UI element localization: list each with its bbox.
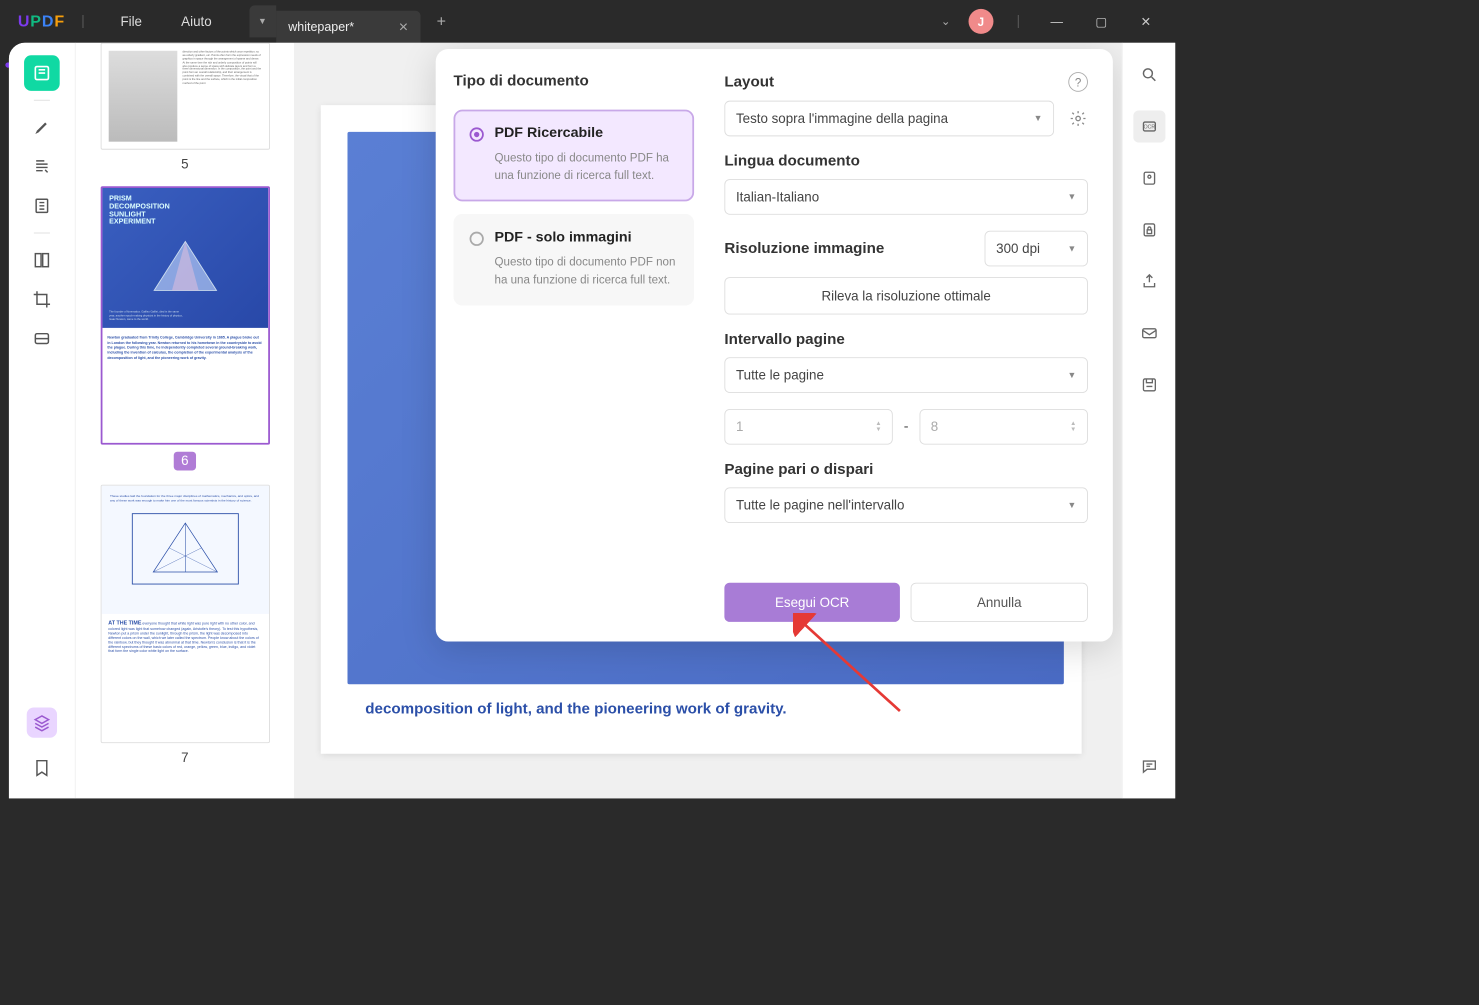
app-logo: UPDF (18, 12, 65, 31)
doc-visible-text: decomposition of light, and the pioneeri… (365, 700, 1037, 718)
tab-close-icon[interactable]: × (399, 17, 408, 36)
doctype-imageonly[interactable]: PDF - solo immagini Questo tipo di docum… (454, 214, 695, 306)
radio-icon (470, 232, 484, 246)
thumb-number-7: 7 (181, 750, 188, 765)
doctype-searchable[interactable]: PDF Ricercabile Questo tipo di documento… (454, 110, 695, 202)
window-maximize-icon[interactable]: ▢ (1088, 14, 1115, 29)
resolution-label: Risoluzione immagine (724, 240, 884, 258)
cancel-button[interactable]: Annulla (911, 583, 1088, 622)
chevron-down-icon: ▼ (1034, 114, 1043, 124)
user-avatar[interactable]: J (968, 9, 993, 34)
comment-tool[interactable] (1133, 750, 1165, 782)
svg-text:OCR: OCR (1143, 125, 1155, 131)
gear-icon[interactable] (1068, 109, 1088, 129)
edit-tool[interactable] (24, 149, 60, 185)
organize-tool[interactable] (24, 242, 60, 278)
doctype-searchable-title: PDF Ricercabile (495, 126, 677, 142)
reader-tool[interactable] (24, 55, 60, 91)
thumb-number-5: 5 (181, 157, 188, 172)
document-canvas[interactable]: decomposition of light, and the pioneeri… (294, 43, 1122, 799)
doctype-heading: Tipo di documento (454, 72, 695, 90)
search-tool[interactable] (1133, 59, 1165, 91)
layers-button[interactable] (27, 707, 57, 737)
window-close-icon[interactable]: ✕ (1132, 14, 1159, 29)
highlighter-tool[interactable] (24, 110, 60, 146)
doctype-searchable-desc: Questo tipo di documento PDF ha una funz… (495, 149, 677, 184)
tab-add-icon[interactable]: + (437, 12, 446, 31)
layout-label: Layout (724, 73, 774, 91)
save-tool[interactable] (1133, 369, 1165, 401)
thumbnail-panel: direction and other factors of the point… (76, 43, 294, 799)
thumbnail-page-7[interactable]: These studies laid the foundation for th… (100, 485, 269, 743)
doctype-imageonly-desc: Questo tipo di documento PDF non ha una … (495, 253, 677, 288)
menu-help[interactable]: Aiuto (181, 14, 211, 29)
chevron-down-icon: ▼ (1068, 244, 1077, 254)
ocr-tool[interactable]: OCR (1133, 110, 1165, 142)
run-ocr-button[interactable]: Esegui OCR (724, 583, 900, 622)
doctype-imageonly-title: PDF - solo immagini (495, 230, 677, 246)
email-tool[interactable] (1133, 317, 1165, 349)
ocr-panel: Tipo di documento PDF Ricercabile Questo… (436, 49, 1113, 642)
layout-select[interactable]: Testo sopra l'immagine della pagina▼ (724, 101, 1054, 137)
resolution-select[interactable]: 300 dpi▼ (985, 231, 1088, 267)
protect-tool[interactable] (1133, 214, 1165, 246)
chevron-down-icon: ▼ (1068, 370, 1077, 380)
window-minimize-icon[interactable]: — (1043, 14, 1070, 28)
document-tab[interactable]: whitepaper* × (276, 11, 421, 43)
tab-title: whitepaper* (288, 20, 354, 34)
redact-tool[interactable] (24, 321, 60, 357)
pagerange-select[interactable]: Tutte le pagine▼ (724, 357, 1088, 393)
right-toolbar: OCR (1122, 43, 1175, 799)
page-tool[interactable] (24, 188, 60, 224)
detect-resolution-button[interactable]: Rileva la risoluzione ottimale (724, 277, 1088, 314)
range-to-input[interactable]: 8 ▲▼ (919, 409, 1088, 445)
tab-list-dropdown[interactable]: ▼ (249, 5, 276, 37)
range-from-input[interactable]: 1 ▲▼ (724, 409, 893, 445)
pagerange-label: Intervallo pagine (724, 331, 1088, 349)
thumbnail-page-5[interactable]: direction and other factors of the point… (100, 43, 269, 150)
radio-icon (470, 127, 484, 141)
lang-label: Lingua documento (724, 152, 1088, 170)
thumb-number-6: 6 (174, 452, 196, 471)
help-icon[interactable]: ? (1068, 72, 1088, 92)
oddeven-label: Pagine pari o dispari (724, 461, 1088, 479)
chevron-down-icon: ▼ (1068, 192, 1077, 202)
chevron-down-icon: ▼ (1068, 500, 1077, 510)
bookmark-tool[interactable] (24, 750, 60, 786)
titlebar-chevron-down-icon[interactable]: ⌄ (941, 14, 951, 28)
oddeven-select[interactable]: Tutte le pagine nell'intervallo▼ (724, 487, 1088, 523)
thumbnail-page-6[interactable]: PRISM DECOMPOSITION SUNLIGHT EXPERIMENT … (100, 186, 269, 444)
titlebar: UPDF | File Aiuto ▼ whitepaper* × + ⌄ J … (0, 0, 1175, 43)
crop-tool[interactable] (24, 282, 60, 318)
ai-tool[interactable] (1133, 162, 1165, 194)
left-toolbar (9, 43, 76, 799)
lang-select[interactable]: Italian-Italiano▼ (724, 179, 1088, 215)
menu-file[interactable]: File (120, 14, 142, 29)
share-tool[interactable] (1133, 266, 1165, 298)
range-dash: - (904, 419, 909, 435)
